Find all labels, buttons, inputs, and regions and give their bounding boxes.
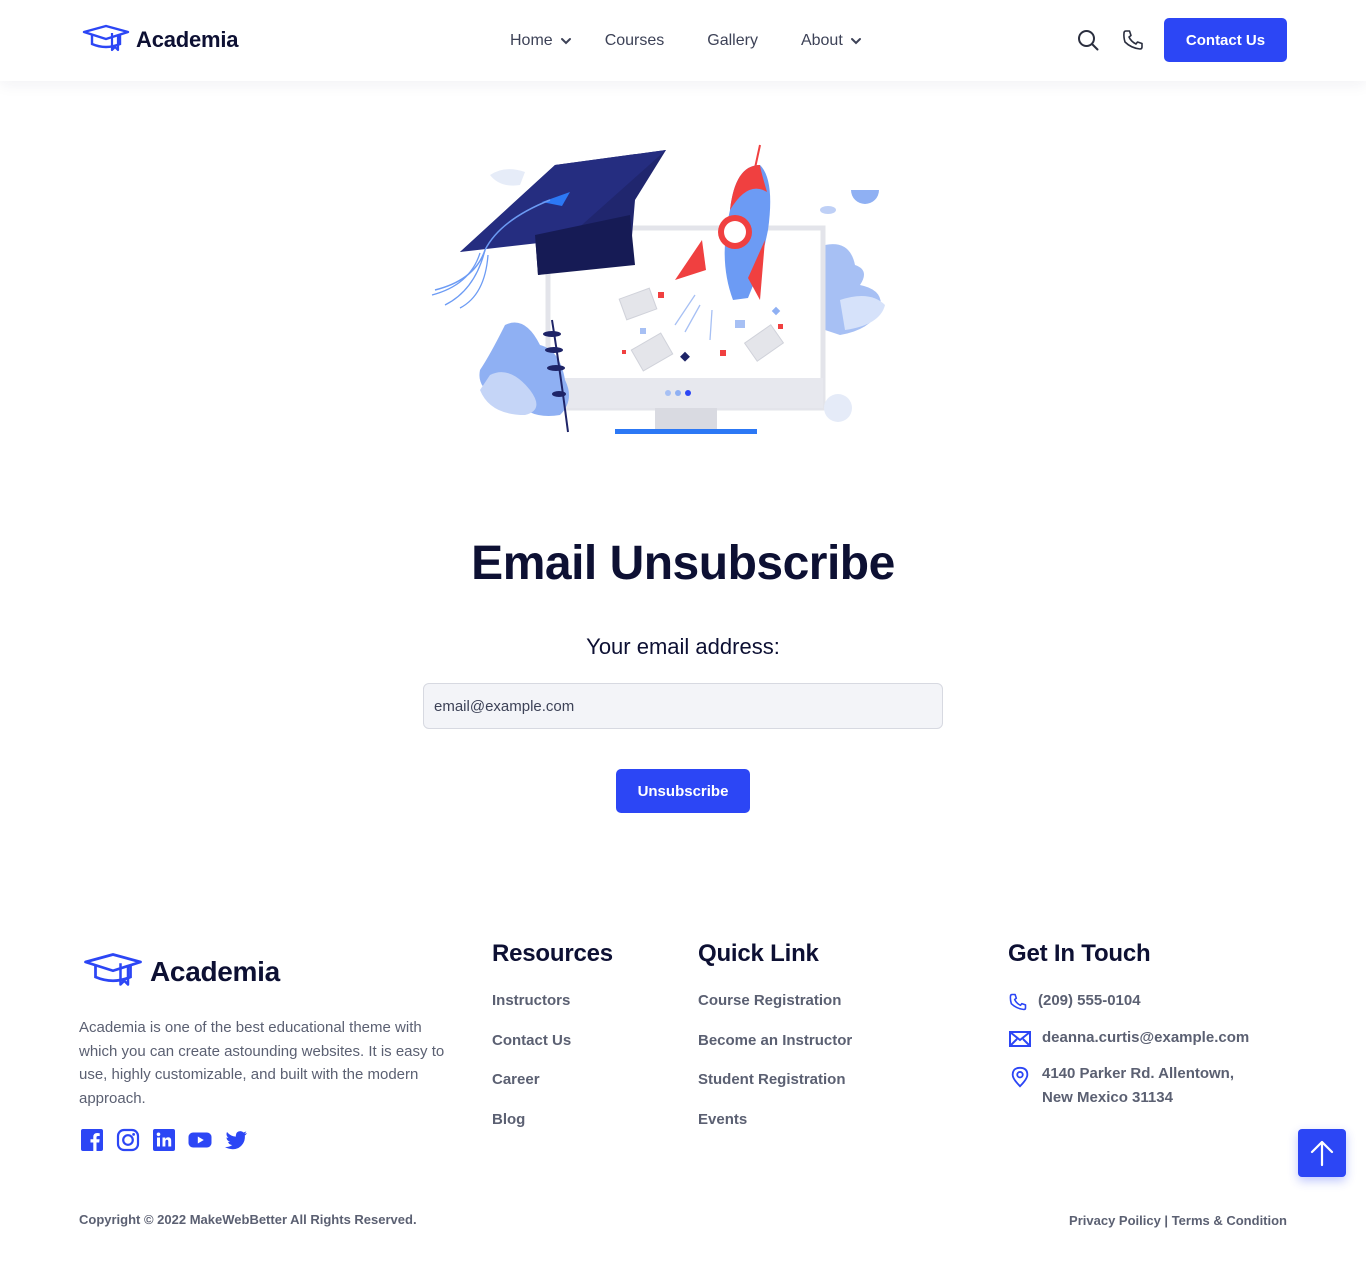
footer-brand-name: Academia — [150, 956, 280, 987]
link-instructors[interactable]: Instructors — [492, 992, 613, 1032]
twitter-icon[interactable] — [224, 1128, 248, 1152]
arrow-up-icon — [1310, 1140, 1334, 1167]
footer-get-in-touch: Get In Touch (209) 555-0104 deanna.curti… — [1008, 940, 1249, 1127]
nav-gallery[interactable]: Gallery — [707, 32, 758, 50]
link-contact-us[interactable]: Contact Us — [492, 1032, 613, 1072]
quick-link-heading: Quick Link — [698, 940, 819, 967]
footer-brand-logo[interactable]: Academia — [82, 952, 280, 992]
site-header: Academia Home Courses Gallery About Cont… — [0, 0, 1366, 81]
resources-heading: Resources — [492, 940, 613, 967]
resources-list: Instructors Contact Us Career Blog — [492, 992, 613, 1151]
linkedin-icon[interactable] — [152, 1128, 176, 1152]
chevron-down-icon — [560, 37, 571, 44]
nav-courses[interactable]: Courses — [605, 32, 665, 50]
link-blog[interactable]: Blog — [492, 1111, 613, 1151]
email-label: Your email address: — [586, 634, 780, 659]
link-events[interactable]: Events — [698, 1111, 852, 1151]
scroll-to-top-button[interactable] — [1298, 1129, 1346, 1177]
nav-gallery-label: Gallery — [707, 31, 758, 49]
graduation-cap-icon — [84, 953, 142, 986]
link-become-instructor[interactable]: Become an Instructor — [698, 1032, 852, 1072]
youtube-icon[interactable] — [188, 1128, 212, 1152]
copyright-text: Copyright © 2022 MakeWebBetter All Right… — [79, 1212, 417, 1227]
contact-email[interactable]: deanna.curtis@example.com — [1008, 1029, 1249, 1049]
contact-address-text: 4140 Parker Rd. Allentown, New Mexico 31… — [1042, 1062, 1234, 1110]
nav-about-label: About — [800, 31, 843, 49]
link-career[interactable]: Career — [492, 1071, 613, 1111]
contact-phone[interactable]: (209) 555-0104 — [1008, 992, 1249, 1012]
page-title: Email Unsubscribe — [471, 537, 895, 590]
contact-address[interactable]: 4140 Parker Rd. Allentown, New Mexico 31… — [1008, 1065, 1249, 1110]
contact-email-text: deanna.curtis@example.com — [1042, 1029, 1250, 1046]
get-in-touch-heading: Get In Touch — [1008, 940, 1151, 967]
nav-courses-label: Courses — [604, 31, 665, 49]
mail-icon — [1009, 1031, 1031, 1047]
nav-about[interactable]: About — [801, 32, 863, 50]
search-icon[interactable] — [1076, 28, 1100, 52]
location-pin-icon — [1011, 1066, 1029, 1088]
legal-separator: | — [1160, 1213, 1172, 1228]
address-line-1: 4140 Parker Rd. Allentown, — [1042, 1065, 1235, 1082]
main-nav: Home Courses Gallery About — [510, 0, 863, 81]
unsubscribe-button[interactable]: Unsubscribe — [616, 769, 750, 813]
phone-icon — [1009, 993, 1027, 1011]
footer-quick-link: Quick Link Course Registration Become an… — [698, 940, 852, 1151]
graduation-cap-icon — [82, 24, 130, 52]
privacy-policy-link[interactable]: Privacy Poilicy — [1069, 1213, 1161, 1228]
contact-us-button[interactable]: Contact Us — [1164, 18, 1287, 62]
footer-resources: Resources Instructors Contact Us Career … — [492, 940, 613, 1151]
brand-logo[interactable]: Academia — [82, 24, 239, 56]
link-course-registration[interactable]: Course Registration — [698, 992, 852, 1032]
nav-home-label: Home — [510, 31, 553, 49]
legal-links: Privacy Poilicy | Terms & Condition — [1069, 1213, 1287, 1228]
contact-phone-text: (209) 555-0104 — [1038, 992, 1141, 1009]
facebook-icon[interactable] — [80, 1128, 104, 1152]
phone-icon[interactable] — [1121, 28, 1145, 52]
footer-description: Academia is one of the best educational … — [79, 1019, 445, 1107]
terms-link[interactable]: Terms & Condition — [1172, 1213, 1287, 1228]
instagram-icon[interactable] — [116, 1128, 140, 1152]
social-links — [80, 1128, 248, 1152]
chevron-down-icon — [850, 37, 861, 44]
email-input[interactable] — [423, 683, 943, 729]
brand-name: Academia — [136, 27, 239, 52]
link-student-registration[interactable]: Student Registration — [698, 1071, 852, 1111]
hero-illustration — [431, 144, 885, 434]
quick-link-list: Course Registration Become an Instructor… — [698, 992, 852, 1151]
nav-home[interactable]: Home — [510, 32, 573, 50]
address-line-2: New Mexico 31134 — [1042, 1089, 1173, 1106]
